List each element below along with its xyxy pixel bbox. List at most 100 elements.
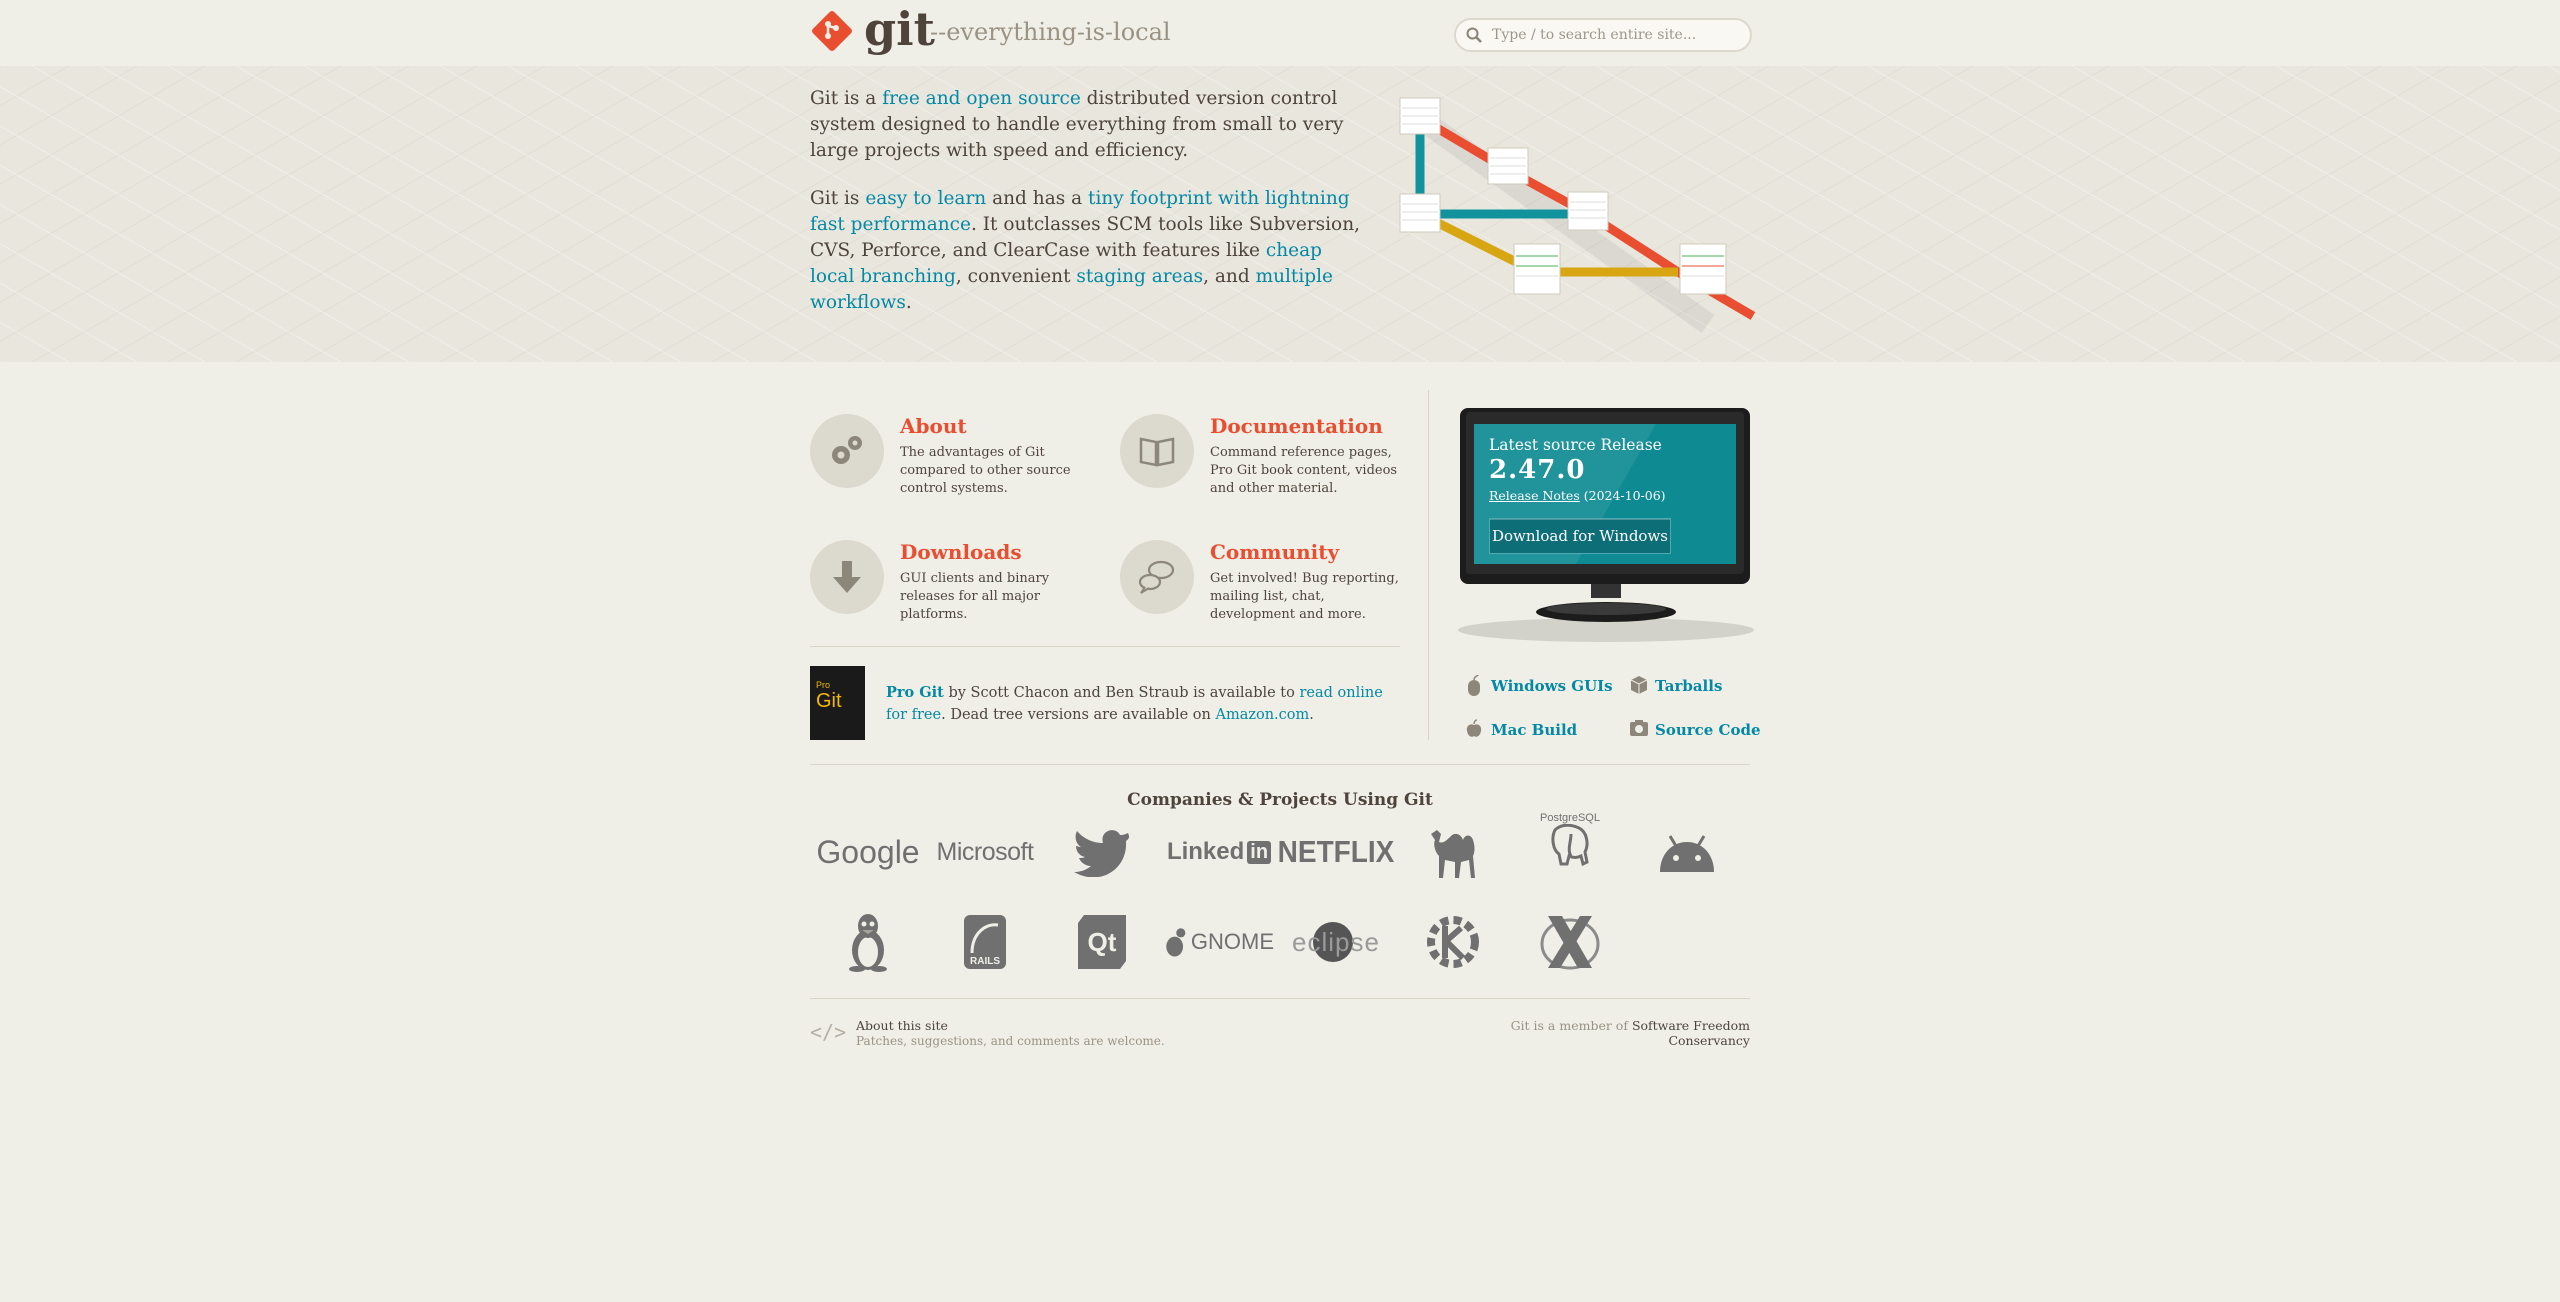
twitter-bird-icon: [1074, 830, 1130, 877]
mac-build-link[interactable]: Mac Build: [1466, 719, 1578, 739]
divider: [810, 764, 1750, 765]
perl-logo[interactable]: [1398, 822, 1508, 882]
release-notes-line: Release Notes (2024-10-06): [1489, 488, 1666, 503]
release-notes-link[interactable]: Release Notes: [1489, 488, 1580, 503]
hero-text-span: Git is a: [810, 88, 883, 109]
gnome-logo[interactable]: GNOME: [1164, 912, 1274, 972]
pro-git-book-cover[interactable]: Pro Git: [810, 666, 865, 740]
microsoft-wordmark: Microsoft: [936, 837, 1034, 866]
hero-text-span: .: [905, 292, 912, 313]
feature-about-desc: The advantages of Git compared to other …: [900, 445, 1071, 496]
feature-about-title[interactable]: About: [900, 414, 967, 438]
feature-community-title[interactable]: Community: [1210, 540, 1339, 564]
chat-bubbles-icon: [1120, 540, 1194, 614]
windows-guis-label: Windows GUIs: [1491, 677, 1613, 695]
about-site-subtext: Patches, suggestions, and comments are w…: [856, 1034, 1165, 1048]
mac-build-label: Mac Build: [1491, 721, 1578, 739]
software-freedom-conservancy-link[interactable]: Software Freedom Conservancy: [1632, 1018, 1750, 1048]
android-logo[interactable]: [1632, 822, 1742, 882]
linkedin-logo[interactable]: Linked in: [1164, 822, 1274, 882]
commit-stack: [1679, 243, 1727, 295]
release-title: Latest source Release: [1489, 436, 1662, 454]
commit-stack: [1487, 147, 1529, 185]
twitter-logo[interactable]: [1047, 822, 1157, 882]
rails-icon: RAILS: [964, 915, 1006, 969]
eclipse-wordmark: eclipse: [1292, 926, 1380, 957]
google-logo[interactable]: Google: [813, 822, 923, 882]
gnome-foot-icon: [1166, 928, 1186, 957]
amazon-link[interactable]: Amazon.com: [1215, 707, 1309, 723]
divider: [810, 646, 1400, 647]
gears-icon: [810, 414, 884, 488]
qt-wordmark: Qt: [1088, 927, 1117, 957]
tarballs-link[interactable]: Tarballs: [1630, 676, 1722, 695]
commit-stack: [1399, 193, 1441, 233]
linux-logo[interactable]: [813, 912, 923, 972]
source-code-label: Source Code: [1655, 721, 1761, 739]
hero-text-span: , and: [1203, 266, 1256, 287]
source-code-link[interactable]: Source Code: [1630, 720, 1761, 739]
search-icon: [1466, 27, 1482, 43]
netflix-wordmark: NETFLIX: [1277, 834, 1395, 869]
commit-stack: [1399, 97, 1441, 135]
release-version: 2.47.0: [1489, 455, 1586, 485]
git-logo[interactable]: git: [810, 2, 935, 58]
hero-text-span: , convenient: [955, 266, 1077, 287]
camel-icon: [1431, 830, 1475, 878]
postgresql-wordmark: PostgreSQL: [1540, 812, 1600, 824]
microsoft-logo[interactable]: Microsoft: [930, 822, 1040, 882]
netflix-logo[interactable]: NETFLIX: [1278, 822, 1395, 882]
qt-icon: Qt: [1078, 915, 1126, 969]
book-cover-title: Git: [816, 690, 842, 712]
box-icon: [1630, 676, 1648, 694]
code-brackets-icon: </>: [810, 1020, 847, 1044]
feature-community-desc: Get involved! Bug reporting, mailing lis…: [1210, 571, 1399, 622]
hero-paragraph-2: Git is easy to learn and has a tiny foot…: [810, 186, 1370, 316]
staging-areas-link[interactable]: staging areas: [1076, 266, 1203, 287]
hero-text-span: and has a: [986, 188, 1089, 209]
download-for-windows-button[interactable]: Download for Windows: [1489, 518, 1671, 554]
sfc-membership: Git is a member of Software Freedom Cons…: [1480, 1018, 1750, 1048]
hero-paragraph-1: Git is a free and open source distribute…: [810, 86, 1370, 164]
about-this-site-link[interactable]: About this site: [856, 1018, 948, 1033]
pro-git-text: by Scott Chacon and Ben Straub is availa…: [943, 685, 1300, 701]
linkedin-in-box: in: [1247, 840, 1272, 864]
release-date: (2024-10-06): [1583, 488, 1666, 503]
logo-wordmark: git: [864, 2, 935, 56]
hero-intro: Git is a free and open source distribute…: [810, 86, 1370, 338]
search-input[interactable]: [1490, 24, 1744, 46]
divider: [810, 998, 1750, 999]
easy-to-learn-link[interactable]: easy to learn: [865, 188, 986, 209]
tagline: --everything-is-local: [930, 18, 1171, 46]
free-open-source-link[interactable]: free and open source: [882, 88, 1081, 109]
feature-downloads-title[interactable]: Downloads: [900, 540, 1022, 564]
search-box[interactable]: [1454, 18, 1752, 52]
x-org-icon: [1540, 916, 1600, 970]
commit-stack: [1513, 243, 1561, 295]
pro-git-text: .: [1309, 707, 1314, 723]
pro-git-link[interactable]: Pro Git: [886, 684, 944, 701]
eclipse-logo[interactable]: eclipse: [1281, 912, 1391, 972]
hero-text-span: Git is: [810, 188, 866, 209]
branching-illustration: [1388, 84, 1768, 344]
feature-documentation-title[interactable]: Documentation: [1210, 414, 1383, 438]
feature-documentation-desc: Command reference pages, Pro Git book co…: [1210, 445, 1398, 496]
pro-git-text: . Dead tree versions are available on: [941, 707, 1216, 723]
windows-guis-link[interactable]: Windows GUIs: [1468, 675, 1613, 696]
book-cover-small: Pro: [816, 680, 831, 690]
android-robot-icon: [1660, 835, 1714, 872]
tux-penguin-icon: [849, 914, 887, 972]
postgresql-logo[interactable]: PostgreSQL: [1515, 810, 1625, 870]
xorg-logo[interactable]: [1515, 912, 1625, 972]
membership-text: Git is a member of: [1510, 1018, 1632, 1033]
qt-logo[interactable]: Qt: [1047, 912, 1157, 972]
book-icon: [1120, 414, 1194, 488]
companies-heading: Companies & Projects Using Git: [1127, 790, 1433, 810]
elephant-icon: [1551, 824, 1589, 867]
mouse-icon: [1468, 675, 1480, 696]
rails-wordmark: RAILS: [970, 956, 1000, 967]
kde-gear-icon: [1427, 916, 1479, 968]
rails-logo[interactable]: RAILS: [930, 912, 1040, 972]
kde-logo[interactable]: [1398, 912, 1508, 972]
apple-icon: [1466, 719, 1482, 737]
